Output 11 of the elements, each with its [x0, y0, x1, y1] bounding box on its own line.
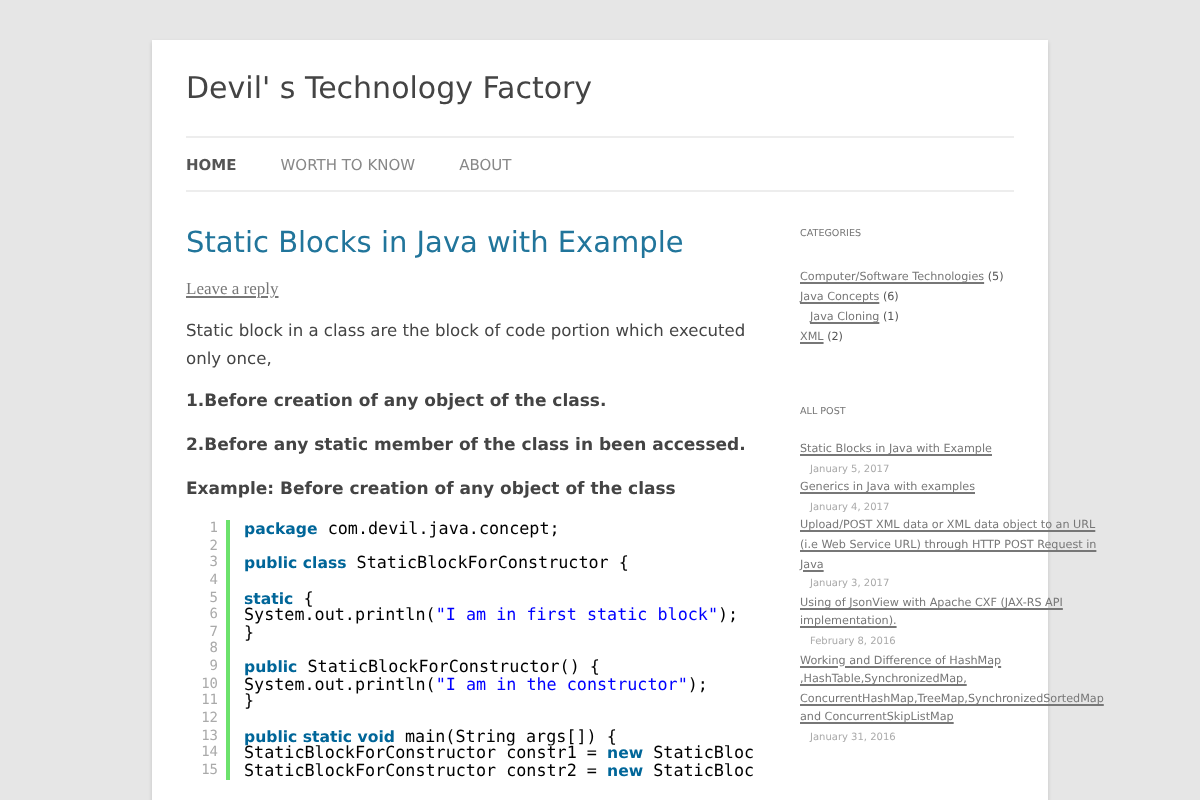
code-line: System.out.println("I am in first static block"); — [242, 606, 739, 624]
site-title: Devil' s Technology Factory — [186, 68, 595, 110]
code-line: } — [242, 692, 255, 711]
paragraph: Example: Before creation of any object of the class — [186, 478, 678, 504]
code-line: } — [242, 623, 255, 641]
paragraph: 2.Before any static member of the class in been accessed. — [186, 434, 748, 460]
code-line: System.out.println("I am in the constructor"); — [242, 675, 708, 693]
leave-reply-link[interactable]: Leave a reply — [186, 278, 756, 298]
post-title[interactable]: Static Blocks in Java with Example — [186, 226, 756, 262]
paragraph: 1.Before creation of any object of the class. — [186, 390, 609, 416]
paragraph: Static block in a class are the block of code portion which executed only once, — [186, 318, 748, 372]
